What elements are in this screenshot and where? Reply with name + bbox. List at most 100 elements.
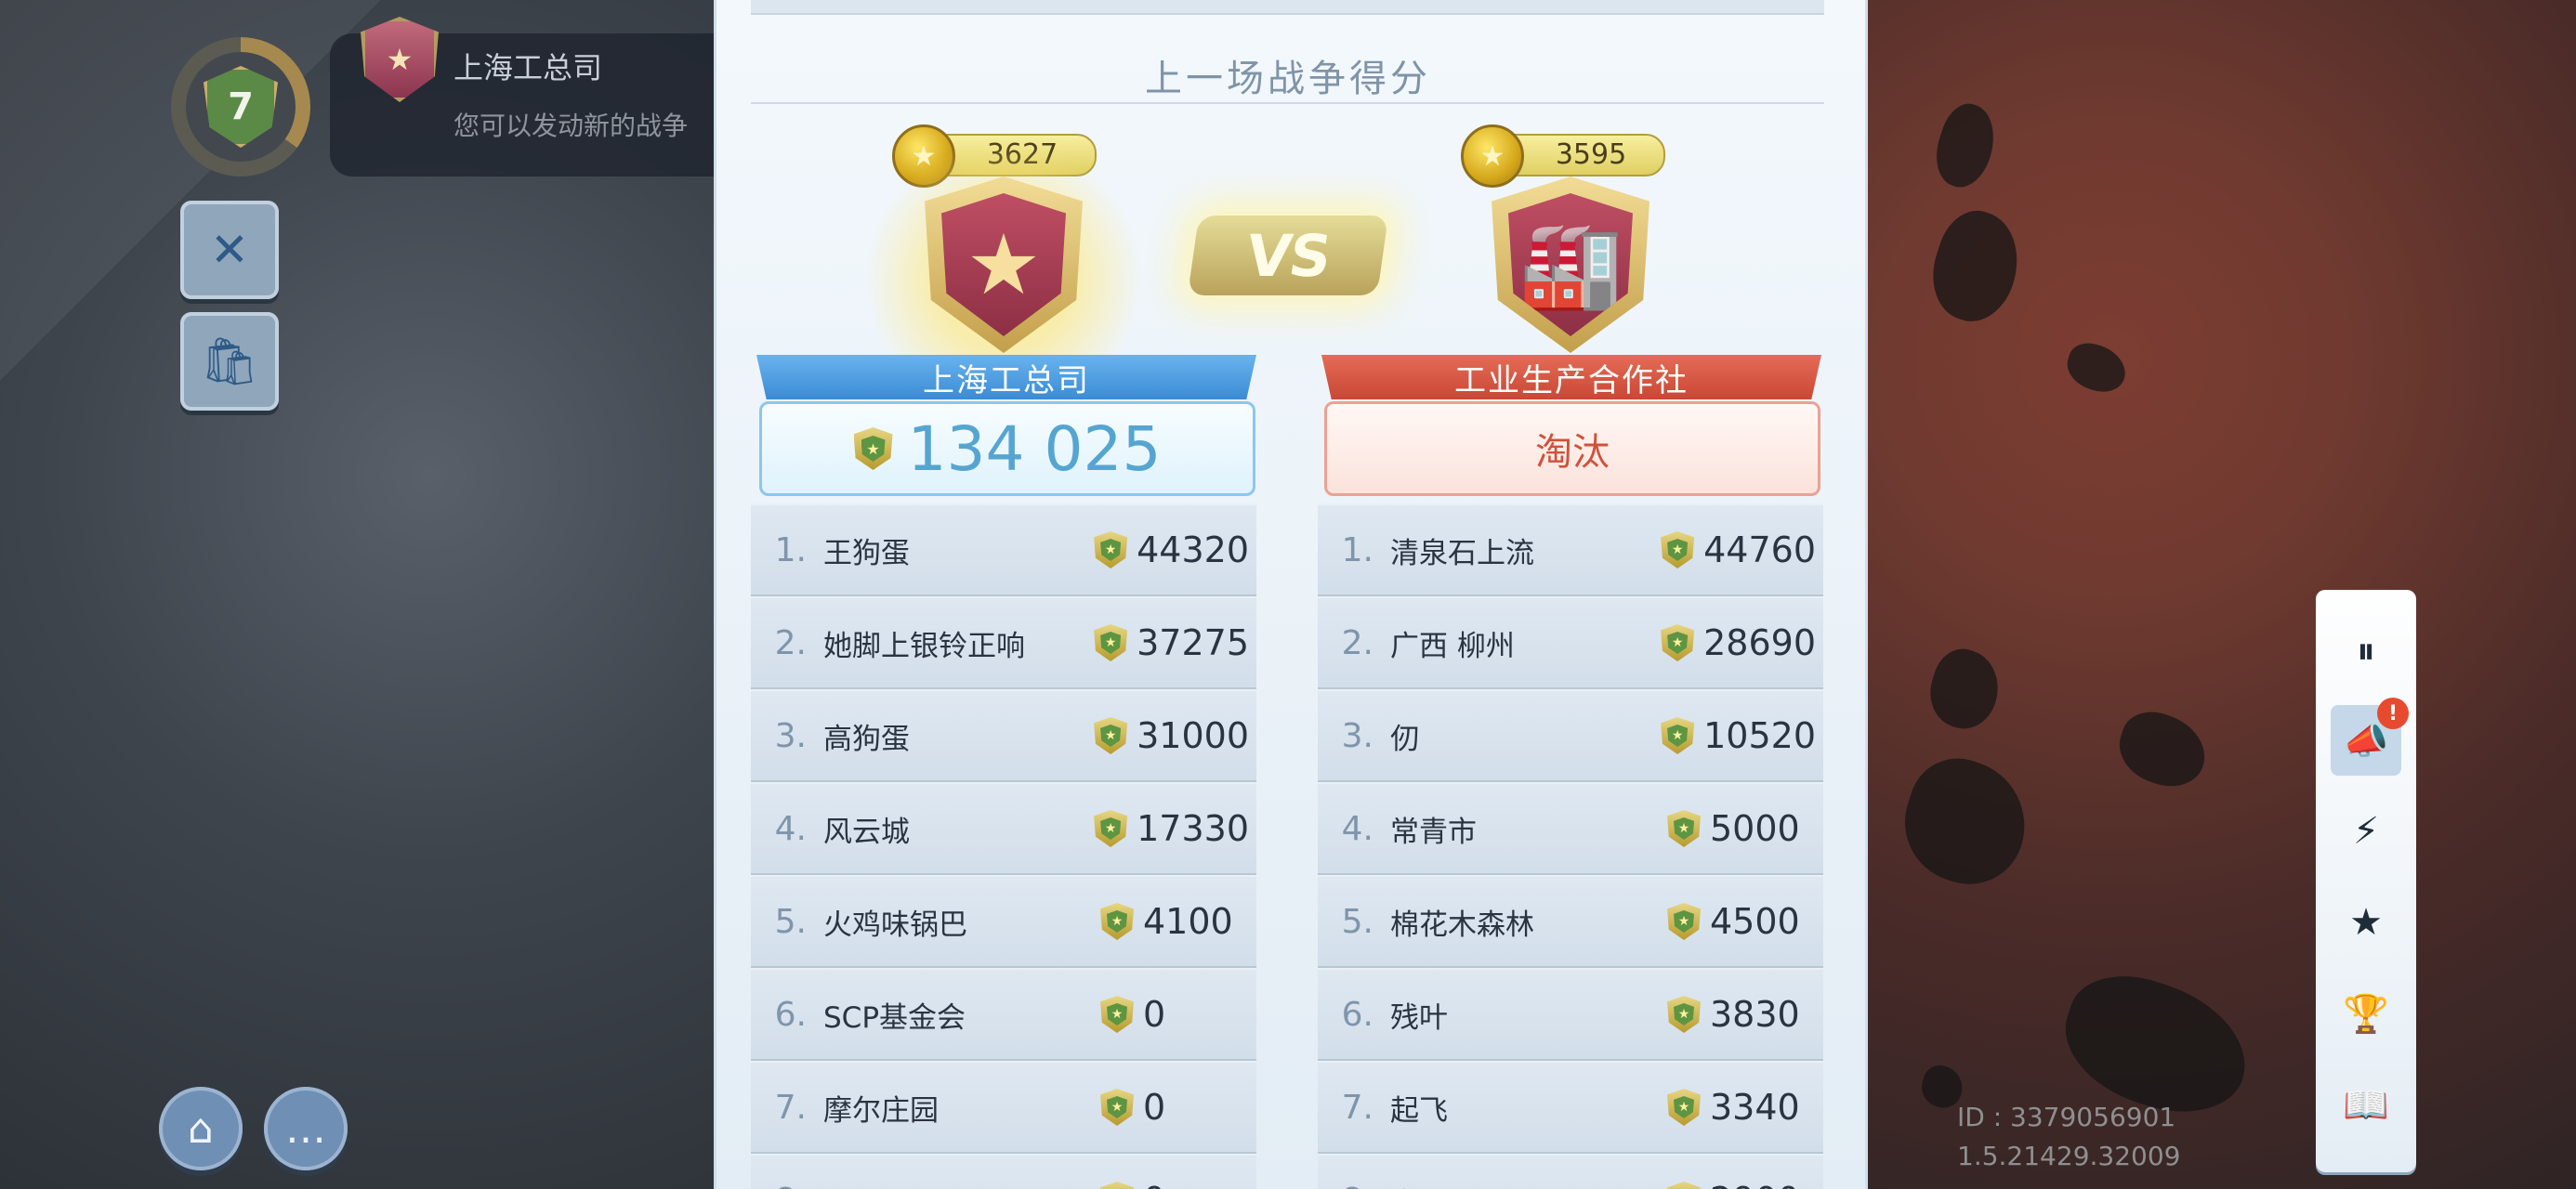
score-shield-icon: ★ (1094, 531, 1128, 568)
member-rank: 3. (774, 716, 807, 755)
member-name: 常青市 (1390, 815, 1477, 849)
member-name: 宇 (1390, 1180, 1667, 1189)
right-toolbar: ⏸ 📣 ! ⚡ ★ 🏆 📖 (2316, 590, 2416, 1172)
home-button[interactable]: ⌂ (159, 1087, 243, 1170)
help-button[interactable]: 📖 (2331, 1069, 2401, 1140)
member-name: 清泉石上流 (1390, 536, 1534, 570)
right-member-row-5: 5. 棉花木森林 ★ 4500 (1318, 875, 1823, 968)
star-card-button[interactable]: ★ (2331, 887, 2401, 958)
left-team-member-list[interactable]: 1. 王狗蛋 ★ 44320 2. 她脚上银铃正响 ★ 37275 3. 高狗蛋 ★… (751, 503, 1256, 1189)
member-score-value: 0 (1143, 994, 1166, 1035)
tools-button[interactable]: ✕ (180, 201, 279, 299)
member-score-value: 3830 (1710, 994, 1800, 1035)
right-team-status: 淘汰 (1535, 431, 1610, 474)
member-rank: 1. (774, 530, 807, 569)
score-shield-icon: ★ (1667, 903, 1701, 940)
member-rank: 4. (774, 809, 807, 848)
score-shield-icon: ★ (1094, 624, 1128, 661)
right-member-row-2: 2. 广西 柳州 ★ 28690 (1318, 596, 1823, 689)
member-name: 仞 (1390, 722, 1419, 756)
member-score: ★ 31000 (1094, 715, 1256, 756)
left-member-row-3: 3. 高狗蛋 ★ 31000 (751, 689, 1256, 782)
right-member-row-3: 3. 仞 ★ 10520 (1318, 689, 1823, 782)
title-divider (751, 102, 1824, 104)
member-name: 摩尔庄园 (823, 1093, 939, 1128)
member-name: 广西 柳州 (1390, 629, 1515, 663)
chat-button[interactable]: … (264, 1087, 348, 1170)
pause-button[interactable]: ⏸ (2331, 616, 2401, 686)
alert-badge: ! (2377, 698, 2409, 729)
right-member-row-6: 6. 残叶 ★ 3830 (1318, 968, 1823, 1061)
left-member-row-7: 7. 摩尔庄园 ★ 0 (751, 1061, 1256, 1154)
member-name: 火鸡味锅巴 (823, 908, 967, 942)
lightning-card-icon: ⚡ (2352, 810, 2380, 853)
star-icon: ★ (941, 193, 1066, 336)
member-score: ★ 3340 (1667, 1087, 1823, 1128)
member-score: ★ 3830 (1667, 994, 1823, 1035)
vs-emblem: VS (1187, 216, 1389, 295)
member-score-value: 5000 (1710, 808, 1800, 849)
member-rank: 8. (1318, 1182, 1373, 1189)
member-score: ★ 44760 (1661, 529, 1823, 570)
player-id: ID : 3379056901 (1957, 1102, 2176, 1132)
member-score-value: 4500 (1710, 901, 1800, 942)
right-team-member-list[interactable]: 1. 清泉石上流 ★ 44760 2. 广西 柳州 ★ 28690 3. 仞 ★ 10… (1318, 503, 1823, 1189)
left-member-row-5: 5. 火鸡味锅巴 ★ 4100 (751, 875, 1256, 968)
member-score: ★ 4500 (1667, 901, 1823, 942)
member-score: ★0 (1100, 1087, 1256, 1128)
right-team-score-pill: ★ 3595 (1461, 124, 1665, 188)
member-score: ★ 28690 (1661, 622, 1823, 663)
member-score: ★ 10520 (1661, 715, 1823, 756)
member-rank: 5. (1341, 902, 1373, 941)
member-name: 残叶 (1390, 1000, 1448, 1035)
home-icon: ⌂ (188, 1104, 214, 1153)
member-score-value: 0 (1143, 1180, 1165, 1189)
left-team-total-score: 134 025 (907, 412, 1162, 485)
right-team-name-ribbon: 工业生产合作社 (1321, 355, 1821, 399)
left-member-row-4: 4. 风云城 ★ 17330 (751, 782, 1256, 875)
energy-card-button[interactable]: ⚡ (2331, 796, 2401, 867)
panel-top-strip (751, 0, 1824, 15)
member-rank: 3. (1341, 716, 1373, 755)
score-shield-icon: ★ (1667, 1182, 1701, 1189)
score-shield-icon: ★ (1661, 717, 1695, 754)
score-shield-icon: ★ (1094, 810, 1128, 847)
announcement-button[interactable]: 📣 ! (2331, 698, 2409, 776)
member-score: ★ 44320 (1094, 529, 1256, 570)
member-score: ★0 (1100, 1180, 1256, 1189)
left-member-row-2: 2. 她脚上银铃正响 ★ 37275 (751, 596, 1256, 689)
tools-icon: ✕ (210, 223, 249, 277)
notification-subtitle: 您可以发动新的战争 (453, 111, 689, 141)
member-rank: 2. (1341, 623, 1373, 662)
score-shield-icon: ★ (1667, 810, 1701, 847)
member-score-value: 2900 (1710, 1180, 1800, 1189)
member-name: 她脚上银铃正响 (823, 629, 1025, 663)
member-score: ★ 17330 (1094, 808, 1256, 849)
score-shield-icon: ★ (1661, 624, 1695, 661)
score-shield-icon: ★ (1100, 1089, 1134, 1126)
right-member-row-4: 4. 常青市 ★ 5000 (1318, 782, 1823, 875)
member-score: ★ 4100 (1100, 901, 1256, 942)
member-score-value: 28690 (1703, 622, 1816, 663)
app-version: 1.5.21429.32009 (1957, 1141, 2181, 1171)
right-team-status-box: 淘汰 (1324, 401, 1820, 496)
score-shield-icon: ★ (1100, 996, 1134, 1033)
shop-button[interactable]: 🛍 (180, 312, 279, 411)
left-member-row-1: 1. 王狗蛋 ★ 44320 (751, 503, 1256, 596)
score-shield-icon: ★ (1667, 996, 1701, 1033)
member-score-value: 44760 (1703, 529, 1816, 570)
member-rank: 1. (1341, 530, 1373, 569)
factory-icon: 🏭 (1508, 193, 1633, 336)
left-team-name: 上海工总司 (923, 361, 1090, 399)
member-rank: 7. (774, 1088, 807, 1127)
left-member-row-8: 8. 开州区 ★0 (751, 1154, 1256, 1189)
member-rank: 6. (774, 995, 807, 1034)
member-name: 棉花木森林 (1390, 908, 1534, 942)
right-team-name: 工业生产合作社 (1454, 361, 1689, 399)
score-shield-icon: ★ (1094, 717, 1128, 754)
trophy-button[interactable]: 🏆 (2331, 978, 2401, 1049)
right-member-row-7: 7. 起飞 ★ 3340 (1318, 1061, 1823, 1154)
chat-icon: … (285, 1104, 326, 1153)
score-shield-icon: ★ (1667, 1089, 1701, 1126)
member-name: 起飞 (1390, 1093, 1448, 1128)
